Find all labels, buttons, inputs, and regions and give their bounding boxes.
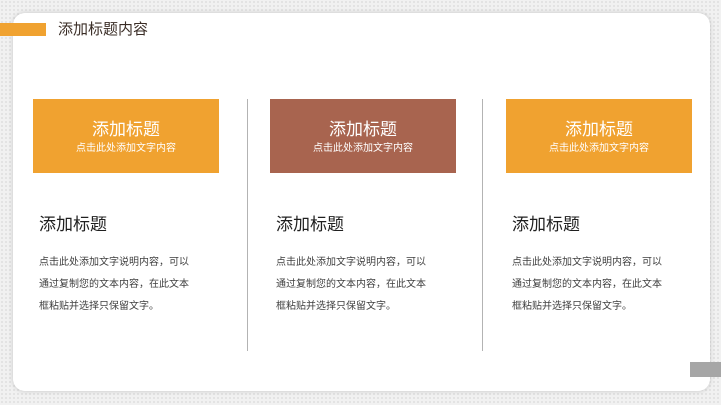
banner-box-3: 添加标题 点击此处添加文字内容: [506, 99, 692, 173]
slide-card: [13, 13, 710, 391]
body-line: 框粘贴并选择只保留文字。: [512, 301, 632, 312]
title-accent-bar: [0, 23, 46, 36]
body-line: 框粘贴并选择只保留文字。: [276, 301, 396, 312]
banner-subtitle: 点击此处添加文字内容: [76, 143, 176, 154]
body-line: 通过复制您的文本内容，在此文本: [39, 279, 189, 290]
corner-tab: [690, 362, 721, 377]
content-column-2: 添加标题 点击此处添加文字内容 添加标题 点击此处添加文字说明内容，可以 通过复…: [270, 99, 456, 312]
banner-subtitle: 点击此处添加文字内容: [549, 143, 649, 154]
column-heading: 添加标题: [512, 215, 580, 235]
banner-title: 添加标题: [565, 120, 633, 140]
column-divider: [482, 99, 483, 351]
body-line: 框粘贴并选择只保留文字。: [39, 301, 159, 312]
body-line: 通过复制您的文本内容，在此文本: [512, 279, 662, 290]
body-line: 点击此处添加文字说明内容，可以: [39, 257, 189, 268]
banner-title: 添加标题: [329, 120, 397, 140]
column-body: 点击此处添加文字说明内容，可以 通过复制您的文本内容，在此文本 框粘贴并选择只保…: [39, 252, 225, 318]
column-divider: [247, 99, 248, 351]
column-body: 点击此处添加文字说明内容，可以 通过复制您的文本内容，在此文本 框粘贴并选择只保…: [512, 252, 698, 318]
banner-subtitle: 点击此处添加文字内容: [313, 143, 413, 154]
content-column-3: 添加标题 点击此处添加文字内容 添加标题 点击此处添加文字说明内容，可以 通过复…: [506, 99, 692, 312]
body-line: 点击此处添加文字说明内容，可以: [276, 257, 426, 268]
body-line: 通过复制您的文本内容，在此文本: [276, 279, 426, 290]
banner-title: 添加标题: [92, 120, 160, 140]
body-line: 点击此处添加文字说明内容，可以: [512, 257, 662, 268]
content-column-1: 添加标题 点击此处添加文字内容 添加标题 点击此处添加文字说明内容，可以 通过复…: [33, 99, 219, 312]
page-title: 添加标题内容: [58, 20, 149, 38]
banner-box-1: 添加标题 点击此处添加文字内容: [33, 99, 219, 173]
banner-box-2: 添加标题 点击此处添加文字内容: [270, 99, 456, 173]
column-heading: 添加标题: [276, 215, 344, 235]
column-body: 点击此处添加文字说明内容，可以 通过复制您的文本内容，在此文本 框粘贴并选择只保…: [276, 252, 462, 318]
column-heading: 添加标题: [39, 215, 107, 235]
